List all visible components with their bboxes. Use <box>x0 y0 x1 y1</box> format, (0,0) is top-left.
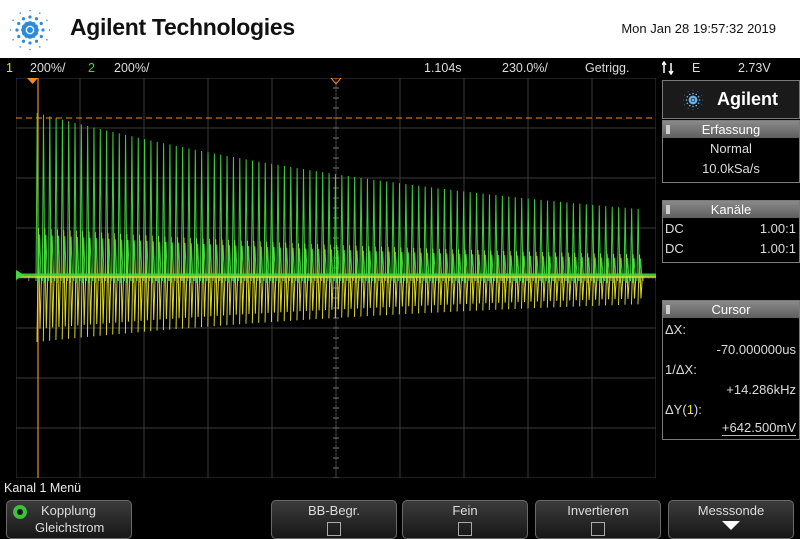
waveform-display[interactable] <box>0 78 658 478</box>
agilent-spark-logo-icon <box>9 9 51 51</box>
ch1-number[interactable]: 1 <box>6 61 13 75</box>
panel-brand: Agilent <box>662 80 800 119</box>
channels-box[interactable]: Kanäle DC 1.00:1 DC 1.00:1 <box>662 200 800 263</box>
panel-brand-name: Agilent <box>717 89 778 109</box>
invert-label: Invertieren <box>567 503 629 518</box>
brand-title: Agilent Technologies <box>70 14 295 40</box>
channels-title: Kanäle <box>663 201 799 218</box>
bw-limit-softkey[interactable]: BB-Begr. <box>271 500 397 539</box>
trigger-mode: Getrigg. <box>585 61 630 75</box>
time-position[interactable]: 1.104s <box>424 61 462 75</box>
bw-limit-checkbox[interactable] <box>327 522 341 536</box>
inv-delta-x-value: +14.286kHz <box>726 382 796 397</box>
time-scale[interactable]: 230.0%/ <box>502 61 548 75</box>
delta-y-value: +642.500mV <box>721 420 796 436</box>
ch2-number[interactable]: 2 <box>88 61 95 75</box>
ch1-scale[interactable]: 200%/ <box>30 61 65 75</box>
fine-label: Fein <box>452 503 478 518</box>
delta-x-value: -70.000000us <box>716 342 796 357</box>
graticule <box>16 78 656 478</box>
sample-rate: 10.0kSa/s <box>702 161 760 176</box>
menu-title: Kanal 1 Menü <box>4 481 82 495</box>
delta-y-label: ΔY(1): <box>665 402 702 417</box>
ch2-scale[interactable]: 200%/ <box>114 61 149 75</box>
probe-softkey[interactable]: Messsonde <box>668 500 794 539</box>
side-panel: Agilent Erfassung Normal 10.0kSa/s Kanäl… <box>660 78 800 478</box>
acquisition-box[interactable]: Erfassung Normal 10.0kSa/s <box>662 120 800 183</box>
bw-limit-label: BB-Begr. <box>307 503 361 518</box>
acquisition-mode: Normal <box>710 141 752 156</box>
inv-delta-x-label: 1/ΔX: <box>665 362 697 377</box>
cursor-title: Cursor <box>663 301 799 318</box>
trigger-source: E <box>692 61 701 75</box>
invert-checkbox[interactable] <box>591 522 605 536</box>
fine-softkey[interactable]: Fein <box>402 500 528 539</box>
coupling-value: Gleichstrom <box>35 520 105 535</box>
agilent-spark-small-icon <box>682 89 704 111</box>
trigger-edge-icon <box>661 60 678 78</box>
ch2-probe-ratio: 1.00:1 <box>759 241 796 256</box>
coupling-softkey[interactable]: Kopplung Gleichstrom <box>6 500 132 539</box>
ch1-coupling: DC <box>665 221 684 236</box>
datetime-readout: Mon Jan 28 19:57:32 2019 <box>621 21 776 36</box>
submenu-arrow-icon <box>722 521 740 530</box>
ch1-probe-ratio: 1.00:1 <box>759 221 796 236</box>
rotate-knob-icon <box>13 505 27 519</box>
delta-x-label: ΔX: <box>665 322 686 337</box>
acquisition-title: Erfassung <box>663 121 799 138</box>
status-bar: 1 200%/ 2 200%/ 1.104s 230.0%/ Getrigg. … <box>0 58 800 78</box>
header-bar: Agilent Technologies Mon Jan 28 19:57:32… <box>0 0 800 58</box>
probe-label: Messsonde <box>697 503 765 518</box>
invert-softkey[interactable]: Invertieren <box>535 500 661 539</box>
coupling-label: Kopplung <box>41 503 96 518</box>
fine-checkbox[interactable] <box>458 522 472 536</box>
trigger-level[interactable]: 2.73V <box>738 61 771 75</box>
ch2-coupling: DC <box>665 241 684 256</box>
cursor-box[interactable]: Cursor ΔX: -70.000000us 1/ΔX: +14.286kHz… <box>662 300 800 440</box>
